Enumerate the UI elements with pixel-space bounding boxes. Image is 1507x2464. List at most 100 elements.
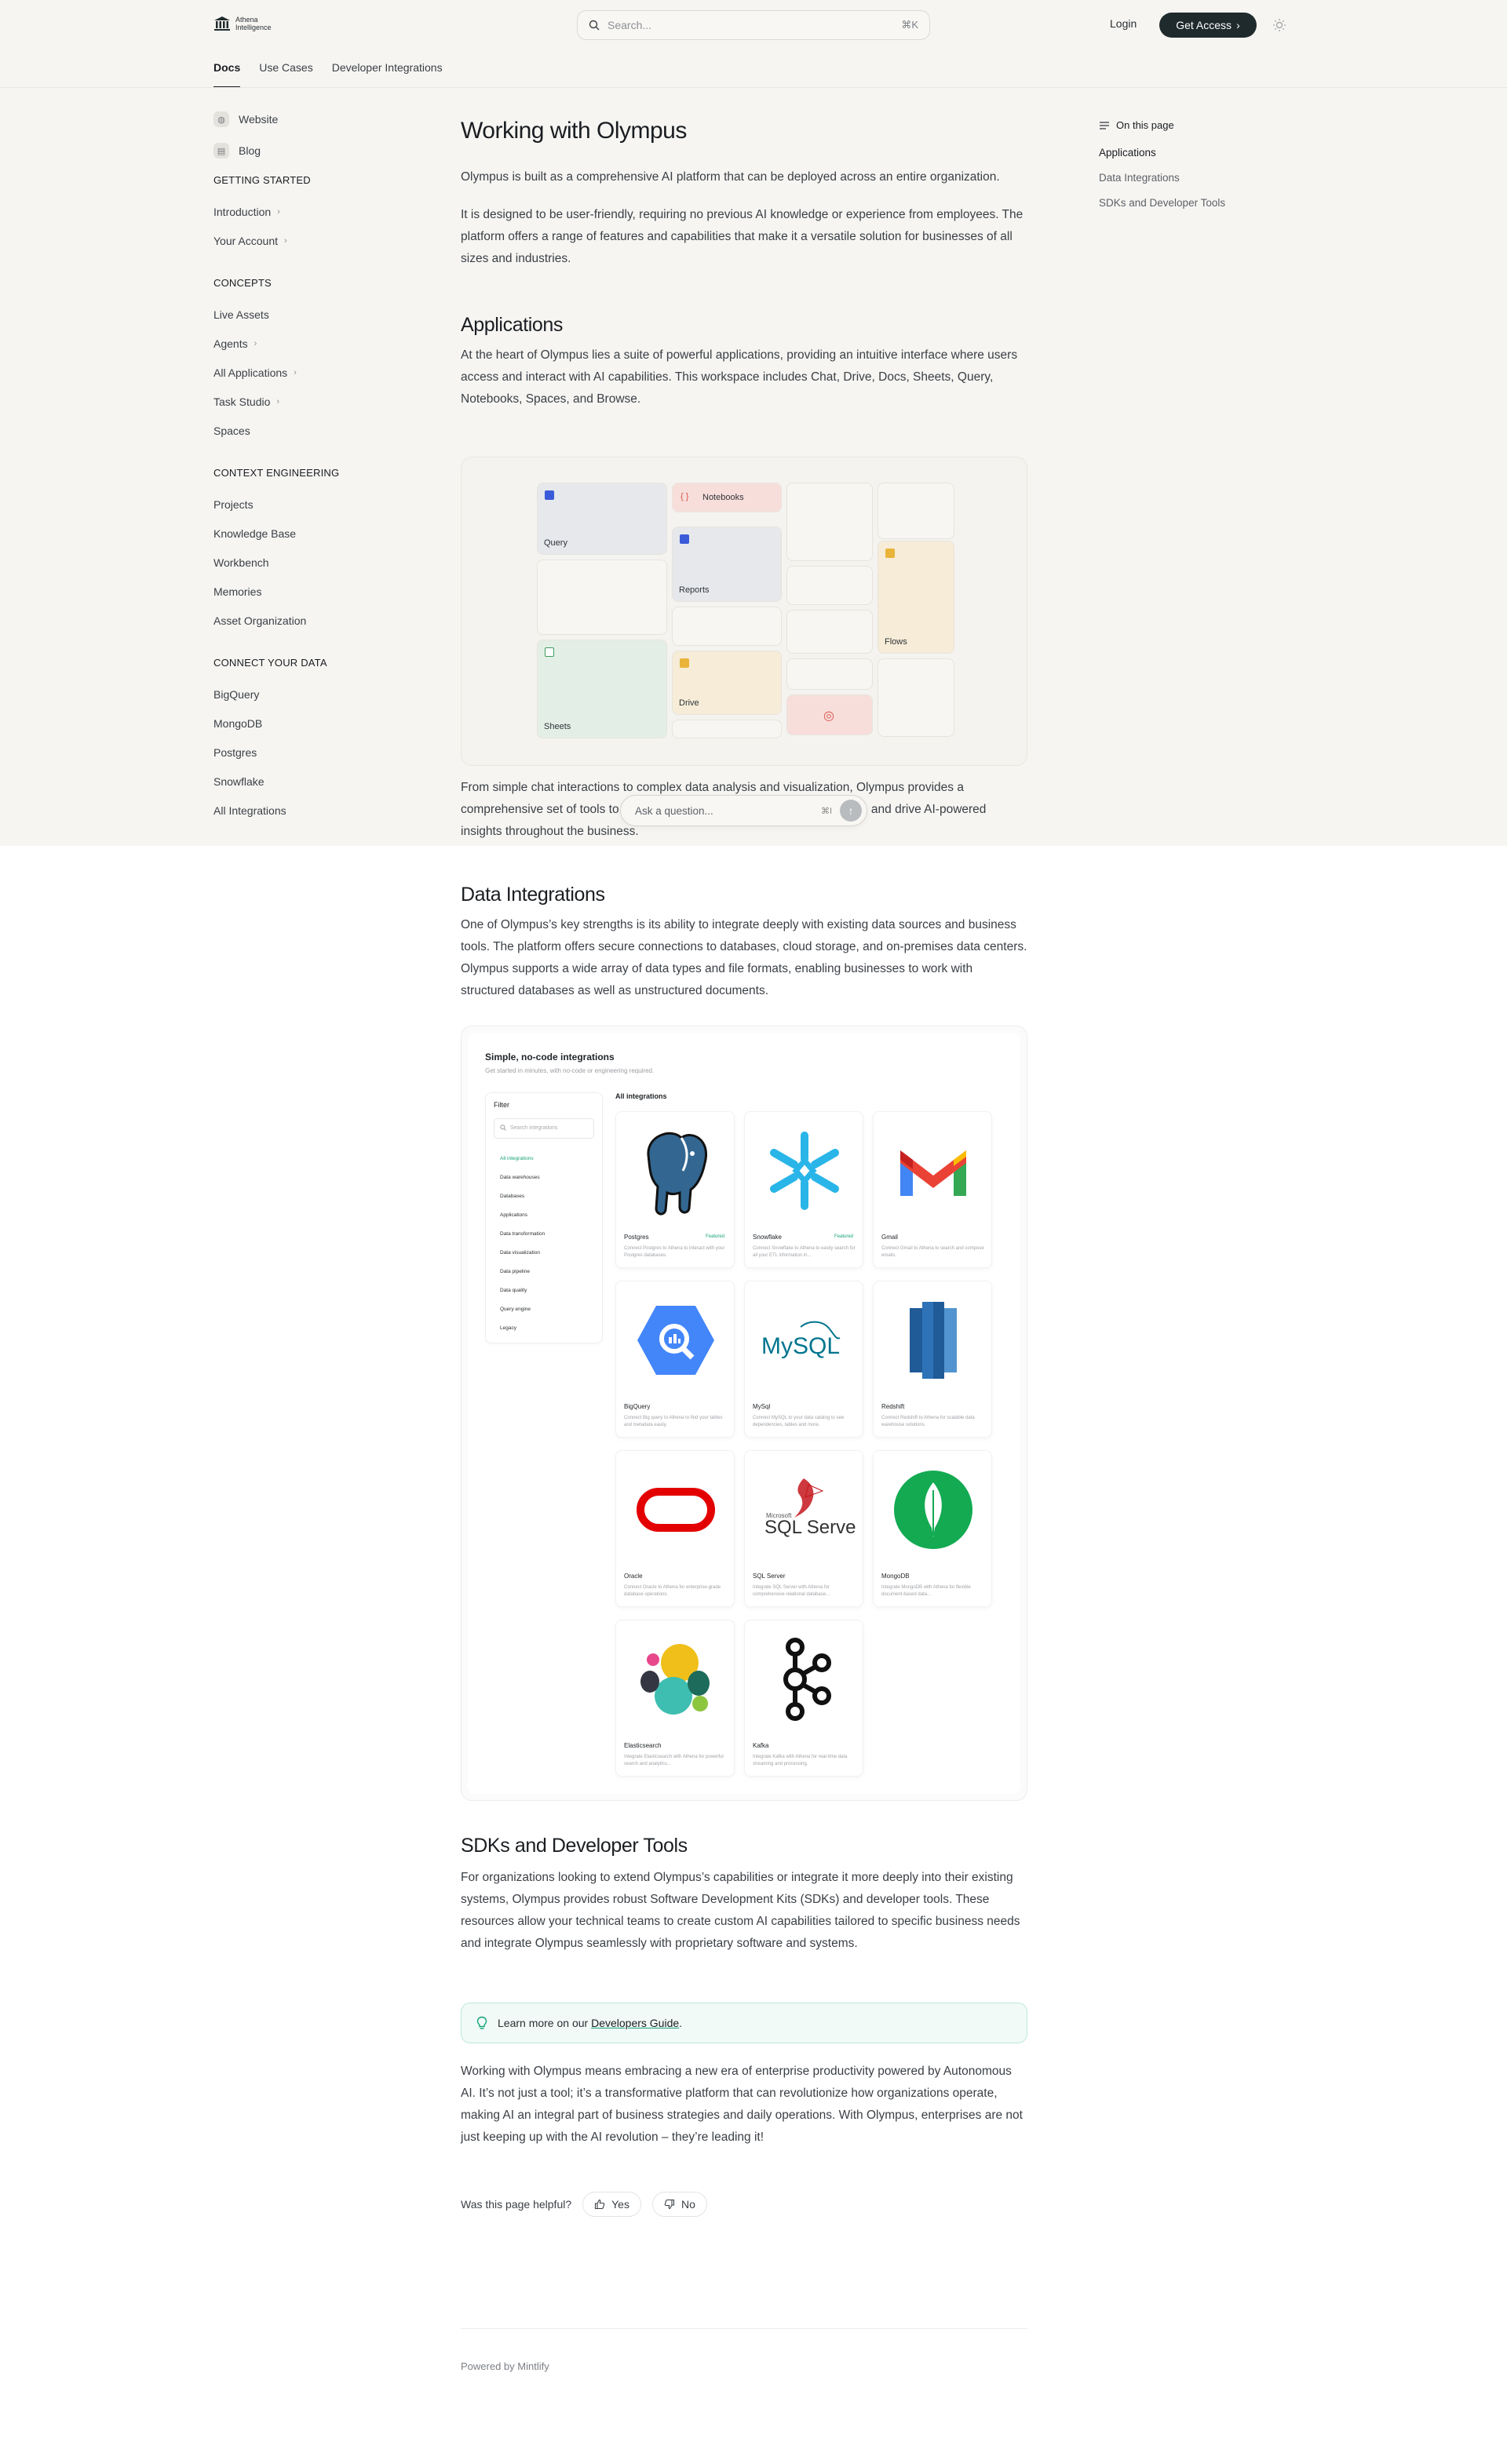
intro-paragraph: Olympus is built as a comprehensive AI p… (461, 170, 1000, 184)
filter-option[interactable]: Legacy (500, 1325, 545, 1344)
app-tile-empty (672, 607, 782, 646)
sidebar-item[interactable]: MongoDB (213, 709, 418, 738)
sidebar-item[interactable]: Agents › (213, 329, 418, 358)
arrow-up-icon[interactable]: ↑ (840, 800, 862, 822)
card-name: MySql (753, 1403, 771, 1410)
sidebar-item[interactable]: All Integrations (213, 796, 418, 825)
sidebar-item[interactable]: Snowflake (213, 767, 418, 796)
card-name: BigQuery (624, 1403, 651, 1410)
sidebar-item[interactable]: Task Studio › (213, 387, 418, 416)
integration-card-sql-server[interactable]: Microsoft SQL Server SQL Server Integrat… (744, 1450, 863, 1607)
developers-guide-callout: Learn more on our Developers Guide. (461, 2003, 1027, 2043)
feedback-yes-label: Yes (611, 2198, 629, 2211)
integrations-panel: Simple, no-code integrations Get started… (468, 1033, 1020, 1794)
logo-area (745, 1620, 864, 1738)
sidebar-link-blog[interactable]: ▤ Blog (213, 141, 418, 160)
filter-option[interactable]: Databases (500, 1194, 545, 1212)
integration-card-redshift[interactable]: Redshift Connect Redshift to Athena for … (873, 1281, 992, 1438)
filter-option[interactable]: Data pipeline (500, 1269, 545, 1288)
sidebar-item-label: Asset Organization (213, 614, 307, 627)
feedback-yes-button[interactable]: Yes (582, 2192, 641, 2217)
featured-badge: Featured (705, 1234, 724, 1239)
card-description: Connect Oracle to Athena for enterprise-… (624, 1585, 721, 1597)
app-tile-label: Drive (679, 698, 699, 708)
toc-item-applications[interactable]: Applications (1099, 147, 1287, 172)
logo-area (874, 1451, 993, 1569)
filter-option[interactable]: Data quality (500, 1288, 545, 1307)
sidebar-item[interactable]: Knowledge Base (213, 519, 418, 548)
filter-option[interactable]: Data visualization (500, 1250, 545, 1269)
sidebar-item-label: Memories (213, 585, 262, 598)
powered-by-link[interactable]: Powered by Mintlify (461, 2360, 549, 2372)
sidebar-item[interactable]: Memories (213, 577, 418, 606)
list-icon (1100, 121, 1109, 129)
sidebar-link-website[interactable]: ◍ Website (213, 110, 418, 129)
sidebar-item[interactable]: Your Account › (213, 226, 418, 255)
filter-search-input[interactable]: Search integrations (494, 1118, 594, 1139)
sidebar-item-label: Projects (213, 498, 254, 511)
card-description: Integrate MongoDB with Athena for flexib… (881, 1585, 971, 1597)
tab-use-cases[interactable]: Use Cases (259, 50, 312, 88)
card-name: Postgres (624, 1234, 649, 1241)
toc-item-sdks[interactable]: SDKs and Developer Tools (1099, 197, 1287, 222)
tab-developer-integrations[interactable]: Developer Integrations (332, 50, 443, 88)
integration-card-snowflake[interactable]: Snowflake Featured Connect Snowflake to … (744, 1111, 863, 1268)
filter-option[interactable]: All integrations (500, 1156, 545, 1175)
ask-question-bar[interactable]: Ask a question... ⌘I ↑ (620, 795, 867, 826)
app-tile-flows: Flows (878, 541, 954, 654)
tab-docs[interactable]: Docs (213, 50, 241, 88)
toc-header: On this page (1099, 119, 1287, 131)
app-tile-label: Flows (885, 637, 907, 647)
app-tile-notebooks: { } Notebooks (672, 483, 782, 512)
sidebar-item[interactable]: BigQuery (213, 680, 418, 709)
sidebar-item[interactable]: Spaces (213, 416, 418, 445)
integration-card-postgres[interactable]: Postgres Featured Connect Postgres to At… (615, 1111, 735, 1268)
filter-option[interactable]: Data warehouses (500, 1175, 545, 1194)
integrations-figure: Simple, no-code integrations Get started… (461, 1026, 1027, 1801)
toc-item-data-integrations[interactable]: Data Integrations (1099, 172, 1287, 197)
sidebar-item[interactable]: Introduction › (213, 197, 418, 226)
closing-section: Working with Olympus means embracing a n… (461, 2061, 1027, 2149)
sidebar-item[interactable]: Postgres (213, 738, 418, 767)
thumbs-up-icon (595, 2199, 605, 2210)
integration-card-bigquery[interactable]: BigQuery Connect Big query to Athena to … (615, 1281, 735, 1438)
temple-icon (214, 16, 230, 31)
integration-card-mysql[interactable]: MySQL MySql Connect MySQL to your data c… (744, 1281, 863, 1438)
app-tile-empty (786, 483, 873, 561)
sidebar-item-label: Your Account (213, 234, 278, 247)
app-tile-empty (878, 483, 954, 539)
feedback-no-button[interactable]: No (651, 2192, 707, 2217)
chevron-right-icon: › (277, 206, 280, 217)
logo[interactable]: Athena Intelligence (213, 16, 272, 31)
card-description: Integrate Kafka with Athena for real-tim… (753, 1755, 848, 1766)
get-access-button[interactable]: Get Access › (1159, 13, 1257, 38)
filter-option[interactable]: Query engine (500, 1307, 545, 1325)
globe-icon: ◍ (213, 111, 229, 127)
top-navbar: Athena Intelligence Search... ⌘K Login G… (0, 0, 1507, 50)
integration-card-oracle[interactable]: Oracle Connect Oracle to Athena for ente… (615, 1450, 735, 1607)
filter-option[interactable]: Applications (500, 1212, 545, 1231)
app-tile-label: Notebooks (702, 493, 744, 502)
filter-option[interactable]: Data transformation (500, 1231, 545, 1250)
developers-guide-link[interactable]: Developers Guide (591, 2017, 679, 2029)
search-bar[interactable]: Search... ⌘K (577, 10, 930, 40)
sidebar-item-label: Snowflake (213, 775, 265, 788)
main-content: Working with Olympus Olympus is built as… (461, 118, 1027, 410)
login-link[interactable]: Login (1110, 17, 1137, 30)
sidebar-item[interactable]: All Applications › (213, 358, 418, 387)
integration-card-kafka[interactable]: Kafka Integrate Kafka with Athena for re… (744, 1620, 863, 1777)
redshift-icon (910, 1302, 957, 1379)
sidebar-item[interactable]: Workbench (213, 548, 418, 577)
integration-card-gmail[interactable]: Gmail Connect Gmail to Athena to search … (873, 1111, 992, 1268)
card-description: Integrate Elasticsearch with Athena for … (624, 1755, 724, 1766)
sidebar-item-label: All Integrations (213, 804, 286, 817)
integration-card-mongodb[interactable]: MongoDB Integrate MongoDB with Athena fo… (873, 1450, 992, 1607)
sun-icon[interactable] (1272, 17, 1287, 33)
integration-card-elasticsearch[interactable]: Elasticsearch Integrate Elasticsearch wi… (615, 1620, 735, 1777)
sidebar-item[interactable]: Live Assets (213, 300, 418, 329)
sidebar-item[interactable]: Asset Organization (213, 606, 418, 635)
data-integrations-paragraph: One of Olympus’s key strengths is its ab… (461, 918, 1027, 997)
sidebar-item[interactable]: Projects (213, 490, 418, 519)
mysql-icon: MySQL (761, 1321, 841, 1359)
app-tile-empty (672, 720, 782, 738)
